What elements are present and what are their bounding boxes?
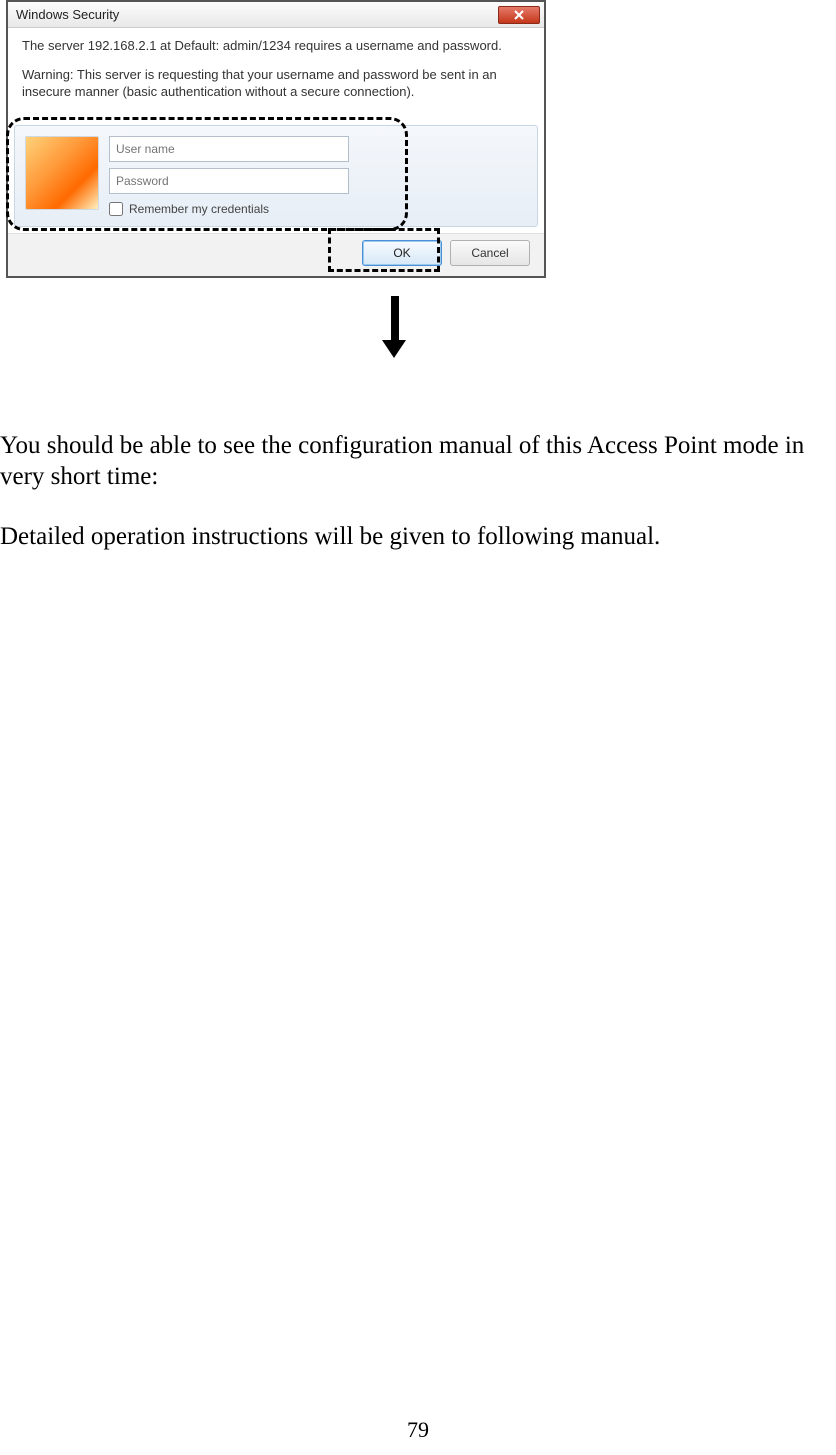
- cancel-button[interactable]: Cancel: [450, 240, 530, 266]
- remember-credentials-label: Remember my credentials: [129, 202, 269, 216]
- username-input[interactable]: [109, 136, 349, 162]
- dialog-footer: OK Cancel: [8, 233, 544, 276]
- dialog-warning: Warning: This server is requesting that …: [22, 67, 530, 101]
- dialog-titlebar: Windows Security: [8, 2, 544, 28]
- doc-paragraph-1: You should be able to see the configurat…: [0, 430, 836, 493]
- windows-security-dialog: Windows Security The server 192.168.2.1 …: [6, 0, 546, 278]
- remember-credentials-row[interactable]: Remember my credentials: [109, 202, 527, 216]
- password-input[interactable]: [109, 168, 349, 194]
- user-avatar-icon: [25, 136, 99, 210]
- close-icon: [514, 10, 524, 20]
- document-body: You should be able to see the configurat…: [0, 430, 836, 580]
- dialog-body: The server 192.168.2.1 at Default: admin…: [8, 28, 544, 121]
- close-button[interactable]: [498, 6, 540, 24]
- credentials-panel: Remember my credentials: [14, 125, 538, 227]
- remember-credentials-checkbox[interactable]: [109, 202, 123, 216]
- ok-button[interactable]: OK: [362, 240, 442, 266]
- doc-paragraph-2: Detailed operation instructions will be …: [0, 521, 836, 552]
- annotation-arrow-icon: [390, 296, 400, 356]
- dialog-message: The server 192.168.2.1 at Default: admin…: [22, 38, 530, 55]
- cancel-button-label: Cancel: [471, 246, 508, 260]
- ok-button-label: OK: [393, 246, 410, 260]
- credentials-fields: Remember my credentials: [109, 136, 527, 216]
- page-number: 79: [0, 1417, 836, 1443]
- dialog-title: Windows Security: [16, 7, 119, 22]
